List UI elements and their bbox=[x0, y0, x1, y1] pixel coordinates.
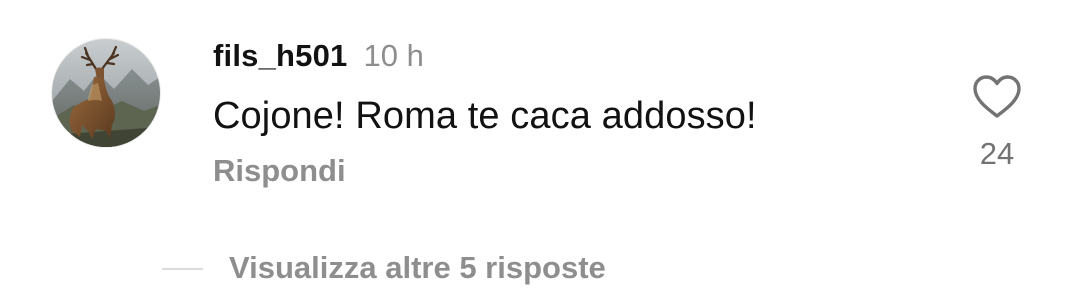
comment-header: fils_h501 10 h bbox=[213, 38, 424, 78]
deer-avatar-icon bbox=[52, 39, 160, 147]
avatar[interactable] bbox=[52, 39, 160, 147]
reply-button[interactable]: Rispondi bbox=[213, 153, 346, 189]
heart-outline-icon bbox=[973, 75, 1021, 118]
like-count: 24 bbox=[979, 136, 1015, 171]
replies-divider bbox=[162, 268, 203, 270]
username[interactable]: fils_h501 bbox=[213, 38, 348, 74]
timestamp: 10 h bbox=[363, 38, 424, 73]
view-more-replies-button[interactable]: Visualizza altre 5 risposte bbox=[229, 250, 606, 286]
like-button[interactable] bbox=[972, 74, 1022, 120]
comment-text: Cojone! Roma te caca addosso! bbox=[213, 95, 757, 137]
